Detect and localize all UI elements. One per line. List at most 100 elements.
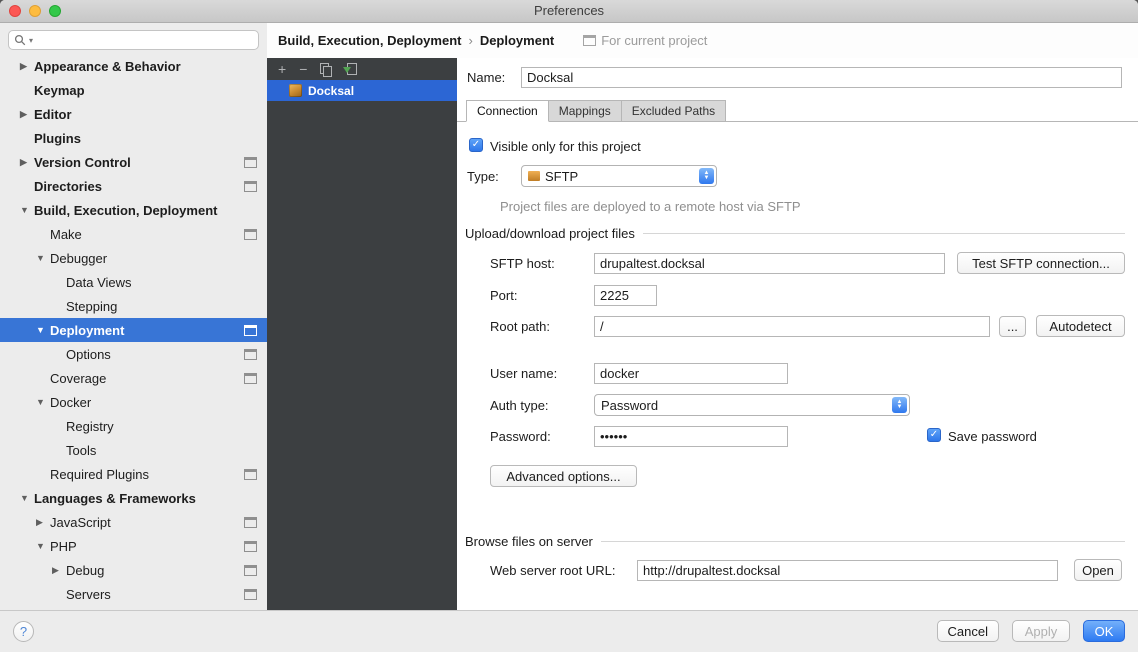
sidebar-item-data-views[interactable]: Data Views <box>0 270 267 294</box>
chevron-down-icon[interactable]: ▼ <box>20 493 34 503</box>
sidebar-item-options[interactable]: Options <box>0 342 267 366</box>
chevron-down-icon[interactable]: ▼ <box>20 205 34 215</box>
minimize-button[interactable] <box>29 5 41 17</box>
tab-connection[interactable]: Connection <box>466 100 549 122</box>
test-connection-button[interactable]: Test SFTP connection... <box>957 252 1125 274</box>
item-label: Docker <box>50 395 91 410</box>
sidebar-item-directories[interactable]: Directories <box>0 174 267 198</box>
server-list-item-docksal[interactable]: Docksal <box>267 80 457 101</box>
item-label: Stepping <box>66 299 117 314</box>
item-label: Tools <box>66 443 96 458</box>
sidebar-item-keymap[interactable]: Keymap <box>0 78 267 102</box>
project-settings-icon <box>244 589 257 600</box>
sidebar-item-stepping[interactable]: Stepping <box>0 294 267 318</box>
search-history-arrow-icon[interactable]: ▾ <box>29 36 33 45</box>
sidebar-item-registry[interactable]: Registry <box>0 414 267 438</box>
sidebar-item-build-execution-deployment[interactable]: ▼Build, Execution, Deployment <box>0 198 267 222</box>
item-label: Make <box>50 227 82 242</box>
item-label: Servers <box>66 587 111 602</box>
advanced-options-button[interactable]: Advanced options... <box>490 465 637 487</box>
chevron-right-icon[interactable]: ▶ <box>20 109 34 120</box>
section-divider <box>601 541 1125 542</box>
port-label: Port: <box>490 288 517 303</box>
settings-search-input[interactable]: ▾ <box>8 30 259 50</box>
scope-note: For current project <box>583 33 707 48</box>
open-button[interactable]: Open <box>1074 559 1122 581</box>
dropdown-stepper-icon[interactable]: ▲▼ <box>699 168 714 184</box>
browse-section-header: Browse files on server <box>465 534 1125 549</box>
chevron-down-icon[interactable]: ▼ <box>36 325 50 335</box>
chevron-down-icon[interactable]: ▼ <box>36 541 50 551</box>
tab-mappings[interactable]: Mappings <box>548 100 622 122</box>
servers-list-panel: + − Docksal <box>267 58 457 610</box>
chevron-right-icon[interactable]: ▶ <box>36 517 50 528</box>
import-server-icon[interactable] <box>344 63 356 76</box>
save-password-checkbox[interactable]: ✓ <box>927 428 941 442</box>
ok-button[interactable]: OK <box>1083 620 1125 642</box>
apply-button[interactable]: Apply <box>1012 620 1070 642</box>
dropdown-stepper-icon[interactable]: ▲▼ <box>892 397 907 413</box>
sidebar-item-debug[interactable]: ▶Debug <box>0 558 267 582</box>
sidebar-item-tools[interactable]: Tools <box>0 438 267 462</box>
chevron-down-icon[interactable]: ▼ <box>36 253 50 263</box>
sidebar-item-required-plugins[interactable]: Required Plugins <box>0 462 267 486</box>
close-button[interactable] <box>9 5 21 17</box>
sidebar-item-version-control[interactable]: ▶Version Control <box>0 150 267 174</box>
sidebar-item-appearance-behavior[interactable]: ▶Appearance & Behavior <box>0 54 267 78</box>
user-name-label: User name: <box>490 366 557 381</box>
browse-root-path-button[interactable]: ... <box>999 316 1026 337</box>
sidebar-item-deployment[interactable]: ▼Deployment <box>0 318 267 342</box>
type-selected-value: SFTP <box>545 169 578 184</box>
type-label: Type: <box>467 169 499 184</box>
root-path-input[interactable] <box>594 316 990 337</box>
password-input[interactable] <box>594 426 788 447</box>
breadcrumb-separator-icon: › <box>468 33 472 48</box>
upload-section-header: Upload/download project files <box>465 226 1125 241</box>
name-input[interactable] <box>521 67 1122 88</box>
scope-label: For current project <box>601 33 707 48</box>
stepper-down-icon: ▼ <box>704 176 710 181</box>
section-divider <box>643 233 1125 234</box>
web-root-input[interactable] <box>637 560 1058 581</box>
breadcrumb-bar: Build, Execution, Deployment › Deploymen… <box>267 23 1138 58</box>
user-name-input[interactable] <box>594 363 788 384</box>
visible-only-label: Visible only for this project <box>490 139 641 154</box>
zoom-button[interactable] <box>49 5 61 17</box>
cancel-button[interactable]: Cancel <box>937 620 999 642</box>
type-select[interactable]: SFTP ▲▼ <box>521 165 717 187</box>
visible-only-checkbox[interactable]: ✓ <box>469 138 483 152</box>
sidebar-item-servers[interactable]: Servers <box>0 582 267 606</box>
sidebar-item-docker[interactable]: ▼Docker <box>0 390 267 414</box>
sidebar-item-debugger[interactable]: ▼Debugger <box>0 246 267 270</box>
tab-divider <box>457 121 1138 122</box>
sidebar-item-make[interactable]: Make <box>0 222 267 246</box>
item-label: Debug <box>66 563 104 578</box>
chevron-down-icon[interactable]: ▼ <box>36 397 50 407</box>
auth-type-select[interactable]: Password ▲▼ <box>594 394 910 416</box>
copy-server-icon[interactable] <box>320 63 331 76</box>
sidebar-item-php[interactable]: ▼PHP <box>0 534 267 558</box>
sidebar-item-javascript[interactable]: ▶JavaScript <box>0 510 267 534</box>
root-path-label: Root path: <box>490 319 550 334</box>
breadcrumb-parent[interactable]: Build, Execution, Deployment <box>278 33 461 48</box>
sidebar-item-languages-frameworks[interactable]: ▼Languages & Frameworks <box>0 486 267 510</box>
port-input[interactable] <box>594 285 657 306</box>
sftp-host-label: SFTP host: <box>490 256 555 271</box>
help-button[interactable]: ? <box>13 621 34 642</box>
type-help-text: Project files are deployed to a remote h… <box>500 199 801 214</box>
item-label: Appearance & Behavior <box>34 59 181 74</box>
item-label: Registry <box>66 419 114 434</box>
tab-excluded-paths[interactable]: Excluded Paths <box>621 100 726 122</box>
chevron-right-icon[interactable]: ▶ <box>20 157 34 168</box>
sidebar-item-coverage[interactable]: Coverage <box>0 366 267 390</box>
sidebar-item-plugins[interactable]: Plugins <box>0 126 267 150</box>
autodetect-button[interactable]: Autodetect <box>1036 315 1125 337</box>
titlebar: Preferences <box>0 0 1138 23</box>
add-server-button[interactable]: + <box>278 62 286 76</box>
item-label: Data Views <box>66 275 132 290</box>
sidebar-item-editor[interactable]: ▶Editor <box>0 102 267 126</box>
chevron-right-icon[interactable]: ▶ <box>20 61 34 72</box>
remove-server-button[interactable]: − <box>299 62 307 76</box>
sftp-host-input[interactable] <box>594 253 945 274</box>
chevron-right-icon[interactable]: ▶ <box>52 565 66 576</box>
